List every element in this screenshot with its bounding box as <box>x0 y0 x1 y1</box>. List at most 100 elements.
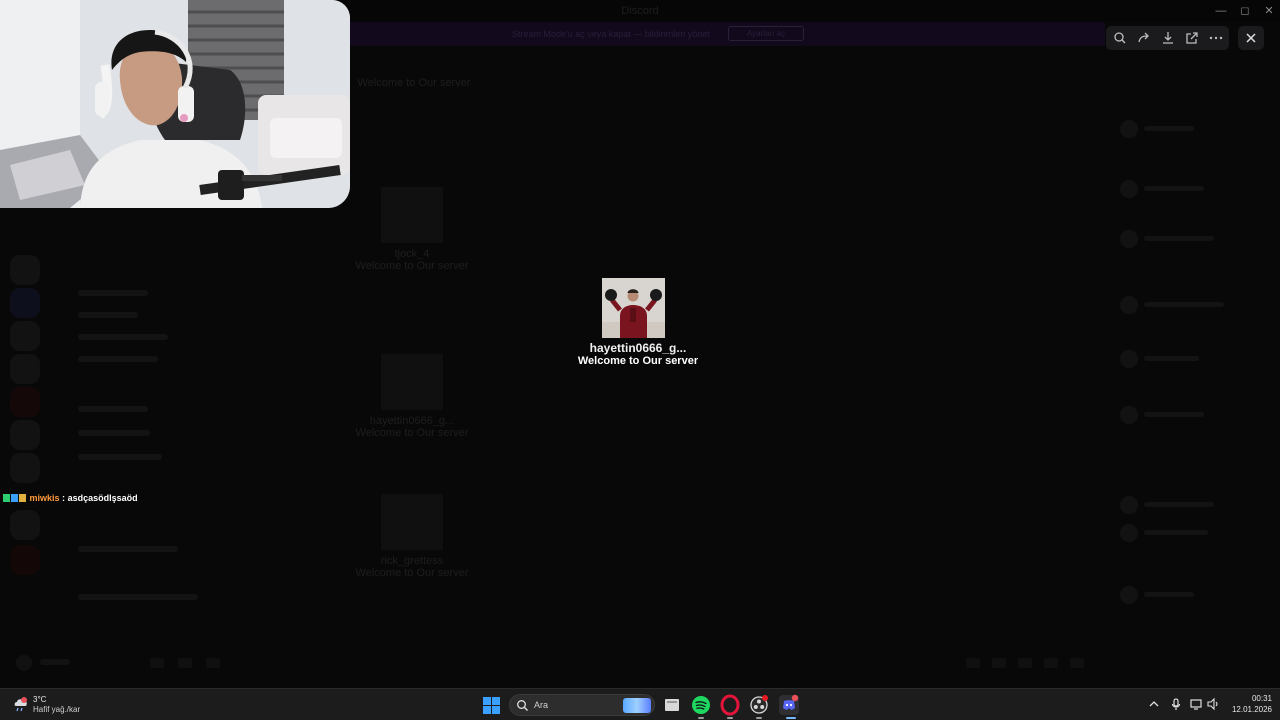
minimize-icon[interactable]: — <box>1211 3 1231 19</box>
server-rail <box>0 210 48 680</box>
windows-start-icon[interactable] <box>483 697 500 714</box>
active-indicator <box>786 717 796 719</box>
member-name-line <box>1144 126 1194 131</box>
volume-icon[interactable] <box>1206 697 1220 711</box>
notice-bar: Stream Mode'u aç veya kapat — bildirimle… <box>350 22 1105 46</box>
voice-controls-bar <box>0 650 1100 676</box>
channel-list <box>48 210 238 680</box>
webcam-overlay <box>0 0 350 208</box>
member-name-line <box>1144 530 1208 535</box>
chat-message: miwkis : asdçasödlşsaöd <box>3 493 138 505</box>
participant-photo <box>602 278 665 338</box>
participant-name: hayettin0666_g... <box>369 415 455 427</box>
discord-icon[interactable] <box>778 694 800 716</box>
server-icon[interactable] <box>10 510 40 540</box>
more-icon[interactable] <box>1208 30 1224 46</box>
chat-separator: : <box>62 493 66 503</box>
weather-icon[interactable] <box>12 695 30 713</box>
search-highlight-image <box>623 698 651 713</box>
center-participant-name: hayettin0666_g... <box>589 341 687 355</box>
participant-name: tjock_4 <box>394 248 430 260</box>
server-icon[interactable] <box>10 255 40 285</box>
channel-item[interactable] <box>78 406 148 412</box>
running-indicator <box>698 717 704 719</box>
server-icon[interactable] <box>10 288 40 318</box>
task-view-icon[interactable] <box>661 694 683 716</box>
participant-tile[interactable] <box>381 187 443 243</box>
channel-item[interactable] <box>78 312 138 318</box>
participant-name: rick_grettess <box>380 555 444 567</box>
badge-icon <box>11 494 18 502</box>
chat-text: asdçasödlşsaöd <box>67 493 138 503</box>
zoom-icon[interactable] <box>1112 30 1128 46</box>
channel-item[interactable] <box>78 594 198 600</box>
channel-item[interactable] <box>78 454 162 460</box>
clock-time[interactable]: 00:31 <box>1236 694 1272 703</box>
badge-icon <box>19 494 26 502</box>
webcam-feed <box>0 0 350 208</box>
stage-top-label: Welcome to Our server <box>357 77 471 89</box>
chevron-up-icon[interactable] <box>1147 697 1161 711</box>
search-placeholder: Ara <box>534 700 549 710</box>
taskbar-search[interactable]: Ara <box>509 694 655 716</box>
member-avatar[interactable] <box>1120 120 1138 138</box>
server-icon[interactable] <box>10 545 40 575</box>
channel-item[interactable] <box>78 290 148 296</box>
center-participant-subtitle: Welcome to Our server <box>577 355 699 367</box>
image-viewer-toolbar <box>1106 26 1229 50</box>
clock-date[interactable]: 12.01.2026 <box>1224 705 1272 714</box>
member-list <box>1112 60 1280 670</box>
window-close-icon[interactable]: ✕ <box>1259 3 1279 19</box>
maximize-icon[interactable]: ◻ <box>1235 3 1255 19</box>
member-avatar[interactable] <box>1120 406 1138 424</box>
search-icon <box>517 700 528 711</box>
channel-item[interactable] <box>78 356 158 362</box>
participant-tile[interactable] <box>381 494 443 550</box>
weather-condition: Hafif yağ./kar <box>33 705 81 714</box>
microphone-icon[interactable] <box>1169 697 1183 711</box>
close-icon <box>1246 33 1256 43</box>
spotify-icon[interactable] <box>690 694 712 716</box>
channel-item[interactable] <box>78 546 178 552</box>
member-name-line <box>1144 236 1214 241</box>
notice-text: Stream Mode'u aç veya kapat — bildirimle… <box>512 29 710 39</box>
viewer-close-button[interactable] <box>1238 26 1264 50</box>
voice-controls-shapes <box>16 655 1084 671</box>
network-icon[interactable] <box>1189 697 1203 711</box>
notice-button[interactable]: Ayarları aç <box>728 26 804 41</box>
channel-item[interactable] <box>78 430 150 436</box>
member-name-line <box>1144 356 1199 361</box>
member-avatar[interactable] <box>1120 586 1138 604</box>
server-icon[interactable] <box>10 387 40 417</box>
taskbar: 3°C Hafif yağ./kar Ara 00:31 12.01.2026 <box>0 688 1280 720</box>
running-indicator <box>727 717 733 719</box>
server-icon[interactable] <box>10 453 40 483</box>
running-indicator <box>756 717 762 719</box>
obs-icon[interactable] <box>748 694 770 716</box>
opera-icon[interactable] <box>719 694 741 716</box>
server-icon[interactable] <box>10 354 40 384</box>
member-name-line <box>1144 592 1194 597</box>
channel-item[interactable] <box>78 334 168 340</box>
server-icon[interactable] <box>10 321 40 351</box>
member-avatar[interactable] <box>1120 496 1138 514</box>
member-name-line <box>1144 302 1224 307</box>
member-avatar[interactable] <box>1120 180 1138 198</box>
member-avatar[interactable] <box>1120 524 1138 542</box>
open-external-icon[interactable] <box>1184 30 1200 46</box>
server-icon[interactable] <box>10 420 40 450</box>
participant-tile[interactable] <box>381 354 443 410</box>
weather-temp: 3°C <box>33 695 47 704</box>
share-icon[interactable] <box>1136 30 1152 46</box>
member-name-line <box>1144 412 1204 417</box>
member-avatar[interactable] <box>1120 350 1138 368</box>
member-avatar[interactable] <box>1120 296 1138 314</box>
member-avatar[interactable] <box>1120 230 1138 248</box>
participant-subtitle: Welcome to Our server <box>355 427 469 439</box>
badge-icon <box>3 494 10 502</box>
download-icon[interactable] <box>1160 30 1176 46</box>
member-name-line <box>1144 502 1214 507</box>
center-participant-avatar[interactable] <box>602 278 665 338</box>
chat-username: miwkis <box>29 493 60 503</box>
participant-subtitle: Welcome to Our server <box>355 260 469 272</box>
